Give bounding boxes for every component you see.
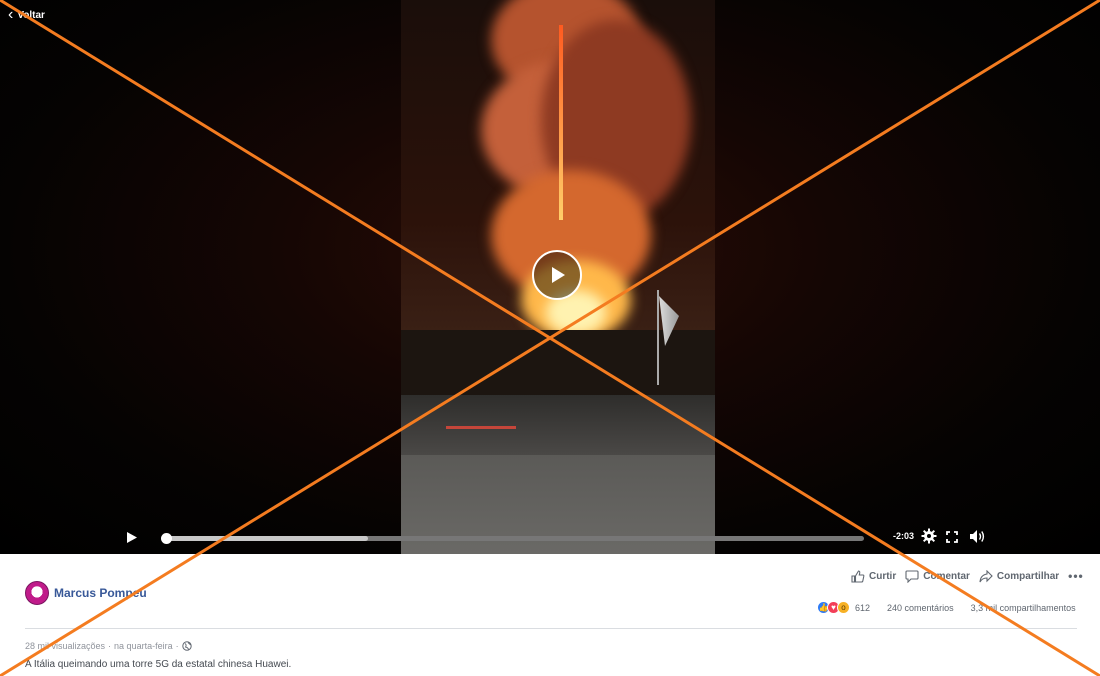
burning-tower [559,25,563,220]
post-actions: Curtir Comentar Compartilhar ••• [851,569,1084,583]
time-remaining: -2:03 [893,531,915,541]
street [401,395,715,455]
post-meta: 28 mil visualizações · na quarta-feira · [25,641,192,651]
post-caption: A Itália queimando uma torre 5G da estat… [25,659,292,670]
comment-label: Comentar [923,570,970,582]
fullscreen-button[interactable] [946,530,958,548]
meta-separator: · [108,641,112,651]
play-icon [552,267,565,283]
share-label: Compartilhar [996,570,1060,582]
light-streak [446,426,516,429]
chevron-left-icon: ‹ [8,6,14,23]
fullscreen-icon [946,531,958,543]
video-player[interactable]: ‹ Voltar -2:03 [0,0,1100,554]
wow-reaction-icon: o [837,601,850,614]
shares-count[interactable]: 3,3 mil compartilhamentos [971,603,1076,613]
post-stats: 👍 ♥ o 612 240 comentários 3,3 mil compar… [817,601,1076,614]
speaker-icon [970,530,985,543]
play-icon [127,532,137,543]
meta-separator: · [175,641,179,651]
volume-button[interactable] [969,529,986,549]
share-arrow-icon [979,569,993,582]
divider [25,628,1077,629]
flag-pole [657,290,659,385]
progress-bar[interactable] [161,533,864,544]
treeline [401,330,715,400]
more-options-button[interactable]: ••• [1068,569,1084,583]
settings-button[interactable] [921,528,937,549]
post-info: Marcus Pompeu Curtir Comentar Compartilh… [0,554,1100,676]
comments-count[interactable]: 240 comentários [887,603,954,613]
progress-buffered [166,536,369,541]
author-name[interactable]: Marcus Pompeu [54,586,147,600]
like-button[interactable]: Curtir [851,569,897,583]
back-link[interactable]: ‹ Voltar [8,6,45,23]
video-controls: -2:03 [0,526,1100,550]
reaction-count[interactable]: 612 [855,603,870,613]
view-count: 28 mil visualizações [25,641,106,651]
gear-icon [921,528,937,544]
back-label: Voltar [17,9,45,21]
thumbs-up-icon [851,569,865,583]
progress-scrubber[interactable] [161,533,172,544]
play-button[interactable] [532,250,582,300]
share-button[interactable]: Compartilhar [979,569,1060,583]
speech-bubble-icon [905,569,919,583]
avatar[interactable] [25,581,49,605]
comment-button[interactable]: Comentar [905,569,970,583]
control-play-button[interactable] [126,531,138,549]
like-label: Curtir [869,570,897,582]
post-timestamp[interactable]: na quarta-feira [114,641,173,651]
globe-icon [181,641,192,651]
